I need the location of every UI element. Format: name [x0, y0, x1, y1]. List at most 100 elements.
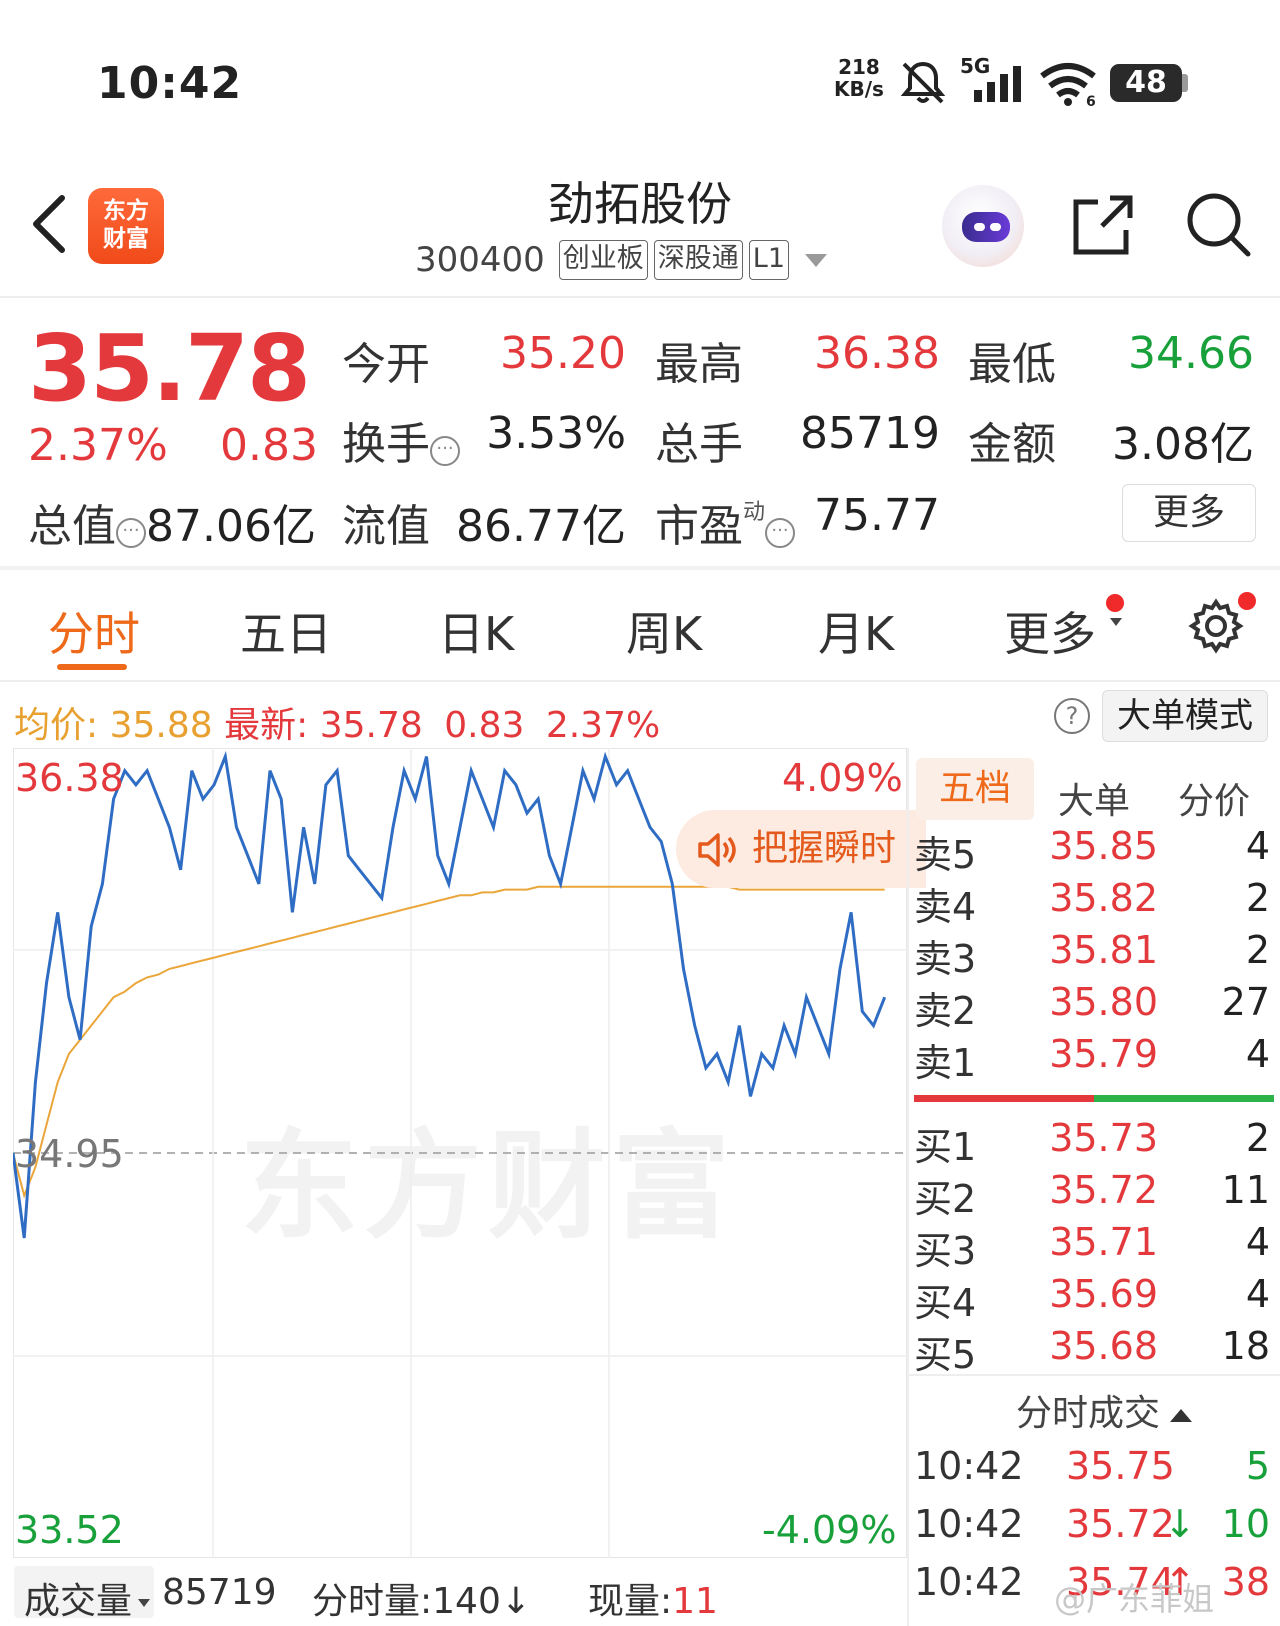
bid-row: 买4 35.69 4	[914, 1272, 1270, 1325]
wifi-icon: 6	[1040, 63, 1096, 106]
app-logo[interactable]: 东方 财富	[88, 188, 164, 264]
latest-label: 最新:	[224, 705, 309, 746]
big-order-mode-button[interactable]: 大单模式	[1102, 690, 1268, 742]
ask-row: 卖1 35.79 4	[914, 1032, 1270, 1085]
volume-label: 总手	[655, 419, 743, 470]
stock-code: 300400	[415, 240, 545, 280]
info-dots-icon[interactable]: ···	[765, 517, 796, 548]
last-price: 35.78	[28, 315, 311, 422]
volume-value: 85719	[162, 1572, 277, 1613]
svg-text:6: 6	[1086, 94, 1096, 106]
mktcap-label: 总值	[28, 501, 116, 552]
notification-dot	[1238, 592, 1256, 610]
info-dots-icon[interactable]: ···	[430, 435, 460, 466]
volume-value: 85719	[800, 408, 940, 459]
pe-label: 市盈	[655, 501, 743, 552]
change-pct: 2.37%	[28, 420, 168, 471]
tick-row: 10:42 35.72 ↓ 10	[914, 1502, 1270, 1546]
float-value: 86.77亿	[456, 501, 626, 552]
info-dots-icon[interactable]: ···	[116, 517, 146, 548]
bid-row: 买5 35.68 18	[914, 1324, 1270, 1377]
search-icon[interactable]	[1184, 190, 1252, 258]
tag-level: L1	[748, 240, 790, 280]
tab-intraday[interactable]: 分时	[48, 598, 140, 664]
latest-pct: 2.37%	[545, 705, 661, 746]
status-time: 10:42	[97, 58, 243, 109]
chevron-up-icon	[1170, 1408, 1193, 1422]
help-icon[interactable]: ?	[1054, 698, 1090, 734]
turnover-label: 换手	[342, 419, 430, 470]
ask-row: 卖4 35.82 2	[914, 876, 1270, 929]
bid-row: 买3 35.71 4	[914, 1220, 1270, 1273]
y-axis-top-label: 36.38	[15, 756, 124, 800]
chevron-down-icon[interactable]	[805, 253, 828, 267]
float-label: 流值	[342, 501, 430, 552]
tab-underline	[57, 664, 127, 670]
bid-ask-ratio-bar-red	[914, 1095, 1094, 1102]
tab-big-orders[interactable]: 大单	[1058, 772, 1130, 824]
tab-more[interactable]: 更多	[1004, 598, 1096, 664]
divider	[0, 680, 1280, 682]
ticks-title[interactable]: 分时成交	[1016, 1384, 1193, 1436]
ask-row: 卖3 35.81 2	[914, 928, 1270, 981]
y-axis-bottom-label: 33.52	[15, 1508, 124, 1552]
volume-label[interactable]: 成交量	[24, 1572, 151, 1624]
amount-label: 金额	[968, 419, 1056, 470]
pe-sup: 动	[743, 499, 766, 525]
speaker-icon	[698, 833, 736, 867]
gear-icon[interactable]	[1186, 596, 1246, 656]
avg-value: 35.88	[109, 705, 213, 746]
back-button[interactable]	[22, 184, 82, 264]
grasp-banner[interactable]: 把握瞬时	[676, 810, 926, 888]
tag-chinext: 创业板	[558, 240, 648, 280]
high-value: 36.38	[814, 328, 940, 379]
tab-five-levels[interactable]: 五档	[916, 758, 1034, 820]
signal-icon	[974, 66, 1021, 102]
divider	[0, 296, 1280, 298]
mktcap-group: 总值 ··· 87.06亿	[28, 490, 316, 554]
share-icon[interactable]	[1070, 192, 1136, 258]
net-speed: 218 KB/s	[834, 55, 884, 101]
low-value: 34.66	[1128, 328, 1254, 379]
mktcap-value: 87.06亿	[146, 501, 316, 552]
bid-row: 买1 35.73 2	[914, 1116, 1270, 1169]
change-amount: 0.83	[220, 420, 318, 471]
pe-value: 75.77	[814, 490, 940, 541]
more-quote-button[interactable]: 更多	[1122, 484, 1256, 542]
high-label: 最高	[655, 339, 743, 390]
panel-divider	[907, 748, 909, 1626]
assistant-eye	[990, 223, 1001, 231]
tab-price-distribution[interactable]: 分价	[1178, 772, 1250, 824]
divider	[0, 566, 1280, 570]
assistant-face	[962, 212, 1010, 242]
bid-ask-ratio-bar-green	[1094, 1095, 1274, 1102]
notification-dot	[1106, 594, 1124, 612]
bid-row: 买2 35.72 11	[914, 1168, 1270, 1221]
battery-tip	[1182, 74, 1188, 92]
pe-group: 市盈动···	[655, 490, 796, 554]
tab-weekly-k[interactable]: 周K	[626, 598, 702, 664]
turnover-value: 3.53%	[486, 408, 626, 459]
avg-label: 均价:	[14, 705, 99, 746]
latest-change: 0.83	[444, 705, 525, 746]
divider	[908, 1374, 1280, 1376]
open-label: 今开	[342, 339, 430, 390]
tick-row: 10:42 35.75 5	[914, 1444, 1270, 1488]
chevron-down-icon	[1110, 618, 1122, 626]
tab-daily-k[interactable]: 日K	[438, 598, 514, 664]
amount-value: 3.08亿	[1112, 419, 1254, 470]
assistant-eye	[974, 223, 985, 231]
tab-monthly-k[interactable]: 月K	[818, 598, 894, 664]
tab-five-day[interactable]: 五日	[240, 598, 332, 664]
battery-icon: 48	[1110, 64, 1182, 102]
stock-subtitle[interactable]: 300400 创业板 深股通 L1	[415, 240, 828, 280]
stock-name: 劲拓股份	[548, 177, 732, 231]
y-axis-right-bottom-label: -4.09%	[762, 1508, 897, 1552]
avg-price-line	[13, 885, 885, 1199]
mute-bell-icon	[900, 61, 946, 104]
latest-value: 35.78	[319, 705, 423, 746]
y-axis-right-top-label: 4.09%	[782, 756, 903, 800]
ask-row: 卖5 35.85 4	[914, 824, 1270, 877]
tag-connect: 深股通	[653, 240, 743, 280]
turnover-group: 换手 ···	[342, 408, 460, 472]
